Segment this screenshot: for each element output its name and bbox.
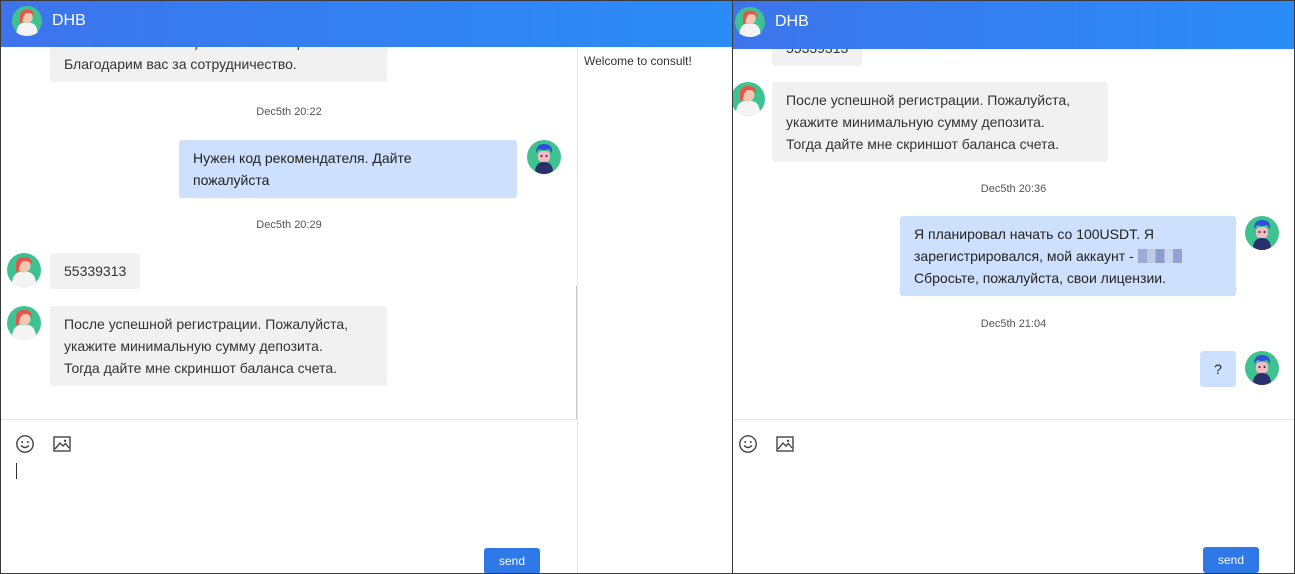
image-upload-icon[interactable] [52, 434, 72, 454]
agent-avatar-icon [735, 7, 765, 37]
user-message-bubble: ? [1200, 351, 1236, 387]
user-message-bubble: Нужен код рекомендателя. Дайте пожалуйст… [179, 140, 517, 198]
user-avatar-icon [527, 140, 561, 174]
chat-window-left: оставить мне сообщение в любое время. Бл… [0, 0, 733, 574]
agent-avatar-icon [733, 82, 765, 116]
agent-message-bubble: 55339313 [50, 253, 141, 289]
agent-avatar-icon [12, 6, 42, 36]
image-upload-icon[interactable] [775, 434, 795, 454]
welcome-text: Welcome to consult! [584, 54, 692, 68]
message-text: Я планировал начать со 100USDT. Я зареги… [914, 226, 1155, 264]
send-button[interactable]: send [1203, 547, 1259, 573]
chat-window-right: 55339313 После успешной регистрации. Пож… [732, 0, 1295, 574]
smiley-face-icon[interactable] [15, 434, 35, 454]
user-avatar-icon [1245, 216, 1279, 250]
message-text: Сбросьте, пожалуйста, свои лицензии. [914, 270, 1166, 286]
agent-message-bubble: После успешной регистрации. Пожалуйста, … [772, 82, 1108, 162]
message-timestamp: Dec5th 20:36 [980, 183, 1047, 195]
message-composer: send [1, 419, 577, 573]
send-button[interactable]: send [484, 548, 540, 573]
message-timestamp: Dec5th 21:04 [980, 318, 1047, 330]
message-input[interactable] [13, 460, 557, 544]
user-message-bubble: Я планировал начать со 100USDT. Я зареги… [900, 216, 1236, 296]
chat-title: DHB [775, 13, 809, 30]
message-input[interactable] [738, 460, 1262, 544]
chat-title: DHB [52, 12, 86, 29]
redacted-account-id [1137, 249, 1182, 263]
message-composer: send [733, 419, 1294, 573]
agent-avatar-icon [7, 306, 41, 340]
user-avatar-icon [1245, 351, 1279, 385]
message-list[interactable]: оставить мне сообщение в любое время. Бл… [1, 1, 577, 419]
message-list[interactable]: 55339313 После успешной регистрации. Пож… [733, 1, 1294, 419]
agent-message-bubble: После успешной регистрации. Пожалуйста, … [50, 306, 387, 386]
message-timestamp: Dec5th 20:29 [256, 219, 322, 231]
message-timestamp: Dec5th 20:22 [256, 106, 322, 118]
chat-header: DHB [733, 1, 1294, 49]
chat-header: DHB [1, 1, 732, 47]
agent-avatar-icon [7, 253, 41, 287]
info-sidebar: Welcome to consult! [577, 47, 732, 573]
smiley-face-icon[interactable] [738, 434, 758, 454]
